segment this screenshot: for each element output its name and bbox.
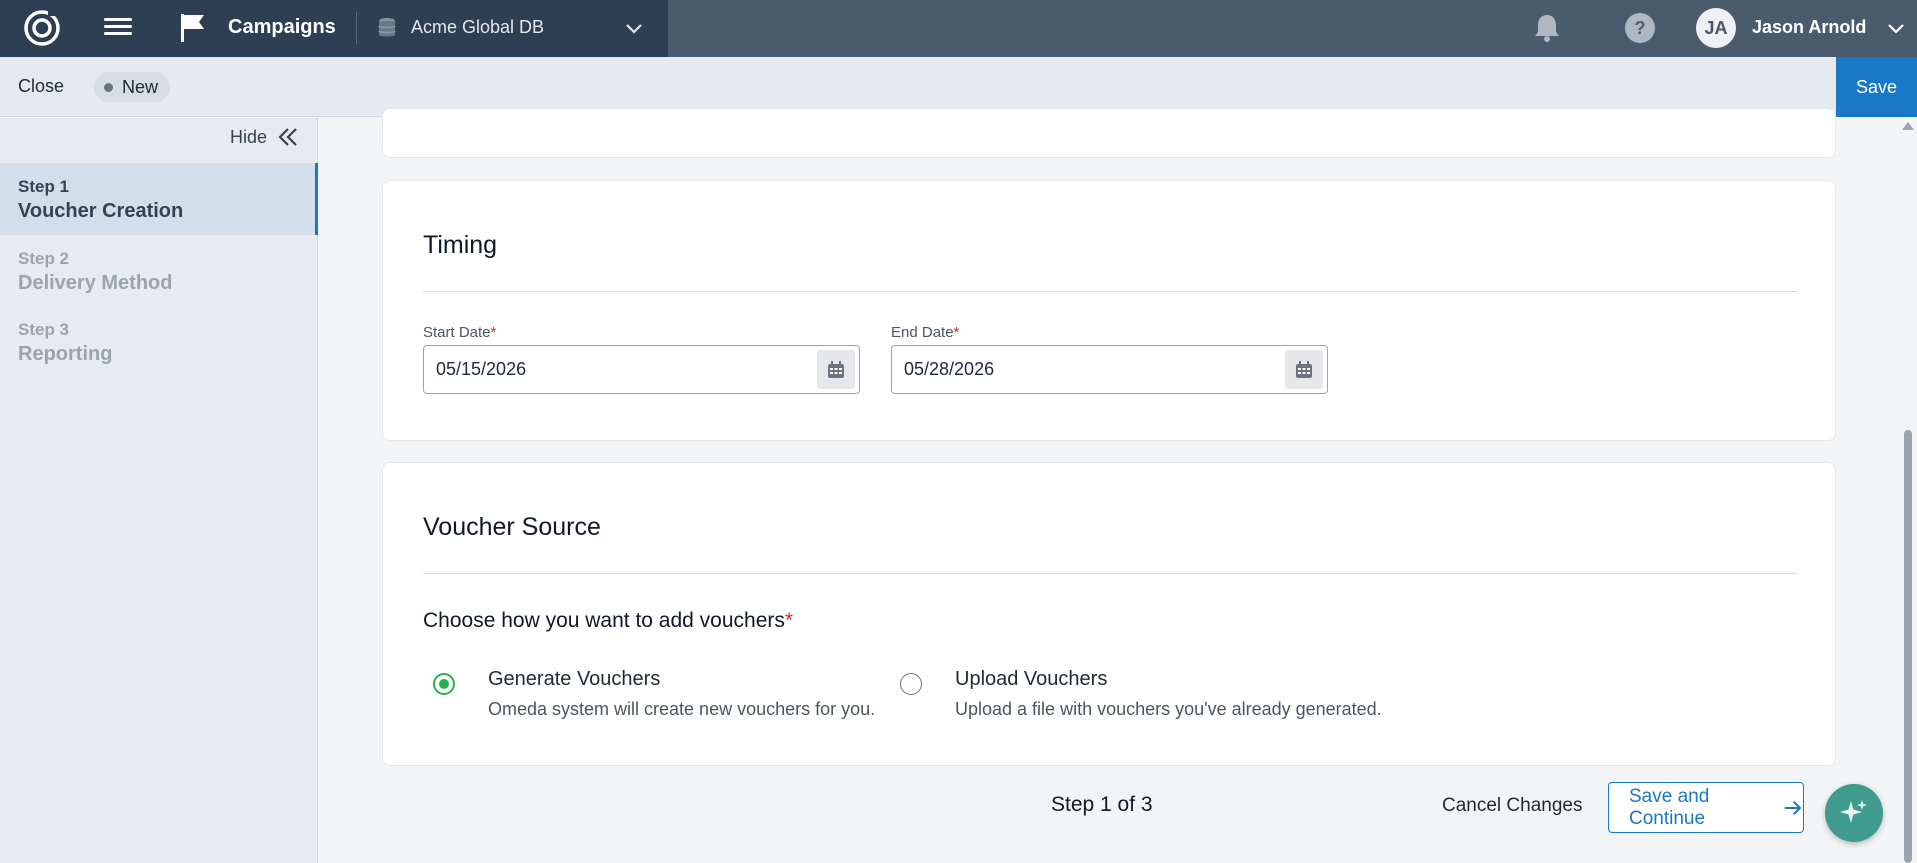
generate-vouchers-desc: Omeda system will create new vouchers fo…: [488, 699, 876, 719]
step-indicator: Step 1 of 3: [1051, 793, 1153, 816]
timing-title: Timing: [423, 231, 498, 259]
start-date-value[interactable]: 05/15/2026: [436, 359, 526, 380]
ai-assistant-button[interactable]: [1825, 784, 1883, 842]
end-date-field[interactable]: 05/28/2026: [891, 345, 1328, 394]
app-title: Campaigns: [228, 16, 336, 38]
database-selector-label[interactable]: Acme Global DB: [411, 17, 544, 38]
calendar-icon[interactable]: [1285, 350, 1323, 389]
sidebar-step-3[interactable]: Step 3 Reporting: [0, 306, 318, 378]
step-title: Reporting: [18, 343, 113, 365]
step-number: Step 3: [18, 320, 70, 339]
timing-card: Timing Start Date* 05/15/2026 End Date* …: [382, 180, 1836, 441]
avatar[interactable]: JA: [1696, 8, 1736, 48]
top-navigation: Campaigns Acme Global DB ? JA Jason Arno…: [0, 0, 1917, 57]
help-icon[interactable]: ?: [1624, 12, 1656, 44]
sparkle-icon: [1840, 800, 1867, 823]
scroll-thumb[interactable]: [1904, 430, 1912, 863]
chevron-down-icon[interactable]: [624, 18, 644, 38]
arrow-right-icon: [1785, 800, 1802, 815]
upload-vouchers-title[interactable]: Upload Vouchers: [955, 668, 1107, 691]
status-label: New: [122, 76, 159, 97]
status-badge: New: [94, 72, 171, 102]
cancel-changes-button[interactable]: Cancel Changes: [1442, 795, 1582, 817]
bell-icon[interactable]: [1532, 12, 1562, 44]
voucher-source-prompt: Choose how you want to add vouchers*: [423, 609, 794, 632]
database-icon: [378, 18, 396, 37]
generate-vouchers-radio[interactable]: [433, 673, 455, 695]
upload-vouchers-radio[interactable]: [900, 673, 922, 695]
section-divider: [423, 573, 1797, 574]
previous-section-card: [382, 108, 1836, 158]
main-content: Timing Start Date* 05/15/2026 End Date* …: [318, 108, 1898, 863]
step-number: Step 1: [18, 177, 70, 196]
sidebar-step-1[interactable]: Step 1 Voucher Creation: [0, 163, 318, 235]
double-chevron-left-icon: [278, 128, 297, 146]
section-divider: [423, 291, 1797, 292]
status-dot-icon: [104, 82, 113, 92]
flag-icon: [181, 14, 204, 42]
step-number: Step 2: [18, 249, 70, 268]
close-button[interactable]: Close: [18, 76, 64, 97]
sidebar-step-2[interactable]: Step 2 Delivery Method: [0, 235, 318, 307]
voucher-source-title: Voucher Source: [423, 513, 601, 541]
nav-divider: [356, 12, 357, 44]
logo-icon[interactable]: [22, 8, 62, 48]
scrollbar[interactable]: [1898, 118, 1917, 863]
upload-vouchers-desc: Upload a file with vouchers you've alrea…: [955, 699, 1382, 719]
step-title: Delivery Method: [18, 272, 173, 294]
save-and-continue-label: Save and Continue: [1629, 785, 1710, 829]
save-button[interactable]: Save: [1836, 57, 1917, 117]
hide-label: Hide: [229, 126, 267, 147]
start-date-label: Start Date*: [423, 324, 497, 341]
end-date-value[interactable]: 05/28/2026: [904, 359, 994, 380]
voucher-source-card: Voucher Source Choose how you want to ad…: [382, 462, 1836, 766]
end-date-label: End Date*: [891, 324, 960, 341]
step-title: Voucher Creation: [18, 200, 184, 222]
generate-vouchers-title[interactable]: Generate Vouchers: [488, 668, 660, 691]
start-date-field[interactable]: 05/15/2026: [423, 345, 860, 394]
user-name[interactable]: Jason Arnold: [1752, 17, 1866, 38]
step-sidebar: Hide Step 1 Voucher Creation Step 2 Deli…: [0, 118, 318, 863]
hide-sidebar-button[interactable]: Hide: [230, 126, 299, 148]
scroll-up-icon[interactable]: [1902, 122, 1914, 130]
app-nav-section: Campaigns Acme Global DB: [0, 0, 668, 57]
svg-text:?: ?: [1635, 18, 1646, 38]
save-and-continue-button[interactable]: Save and Continue: [1608, 782, 1804, 833]
hamburger-icon[interactable]: [104, 14, 132, 42]
calendar-icon[interactable]: [817, 350, 855, 389]
chevron-down-icon[interactable]: [1886, 18, 1906, 38]
